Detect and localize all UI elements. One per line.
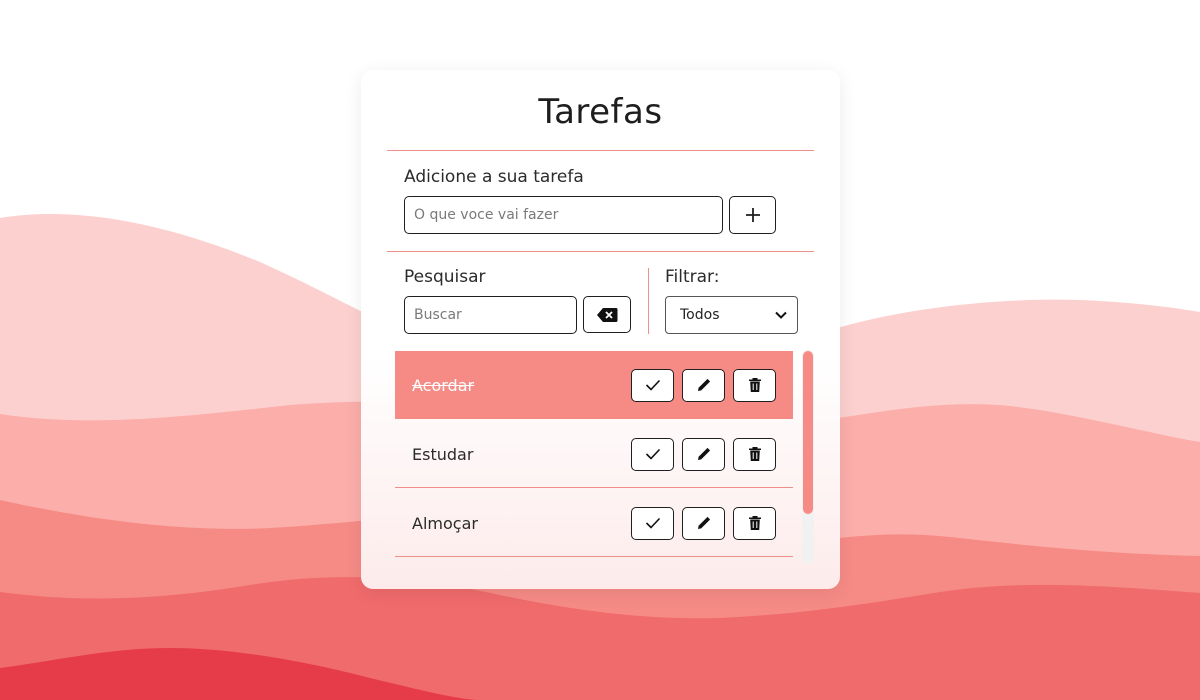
filter-selected-value: Todos bbox=[680, 307, 720, 323]
pencil-icon bbox=[697, 447, 710, 460]
todo-actions bbox=[631, 368, 776, 402]
trash-icon bbox=[748, 447, 761, 461]
todo-item: Acordar bbox=[395, 351, 793, 419]
scrollbar-thumb[interactable] bbox=[803, 351, 813, 514]
filter-label: Filtrar: bbox=[665, 267, 720, 287]
remove-todo-button[interactable] bbox=[733, 506, 776, 540]
clear-search-button[interactable] bbox=[583, 296, 631, 333]
chevron-down-icon bbox=[775, 311, 787, 319]
todo-text: Acordar bbox=[412, 375, 475, 395]
todo-actions bbox=[631, 437, 776, 471]
page-title: Tarefas bbox=[538, 92, 663, 132]
search-label: Pesquisar bbox=[404, 267, 486, 287]
edit-todo-button[interactable] bbox=[682, 437, 725, 471]
remove-todo-button[interactable] bbox=[733, 437, 776, 471]
vertical-divider bbox=[648, 268, 649, 334]
divider bbox=[387, 150, 814, 151]
todo-list: Acordar Estudar Almoçar bbox=[395, 351, 793, 565]
todo-text: Almoçar bbox=[412, 513, 478, 533]
add-task-button[interactable] bbox=[729, 196, 776, 234]
pencil-icon bbox=[697, 378, 710, 391]
backspace-icon bbox=[597, 307, 618, 322]
todo-text: Estudar bbox=[412, 444, 474, 464]
check-icon bbox=[645, 517, 660, 529]
trash-icon bbox=[748, 516, 761, 530]
todo-item: Estudar bbox=[395, 420, 793, 488]
plus-icon bbox=[745, 208, 760, 222]
finish-todo-button[interactable] bbox=[631, 368, 674, 402]
task-input[interactable] bbox=[404, 196, 723, 234]
row-divider bbox=[395, 487, 793, 488]
edit-todo-button[interactable] bbox=[682, 506, 725, 540]
edit-todo-button[interactable] bbox=[682, 368, 725, 402]
finish-todo-button[interactable] bbox=[631, 506, 674, 540]
row-divider bbox=[395, 556, 793, 557]
filter-select[interactable]: Todos bbox=[665, 296, 798, 334]
finish-todo-button[interactable] bbox=[631, 437, 674, 471]
trash-icon bbox=[748, 378, 761, 392]
add-task-label: Adicione a sua tarefa bbox=[404, 167, 584, 187]
search-input[interactable] bbox=[404, 296, 577, 334]
todo-item: Almoçar bbox=[395, 489, 793, 557]
check-icon bbox=[645, 448, 660, 460]
divider bbox=[387, 251, 814, 252]
todo-card: Tarefas Adicione a sua tarefa Pesquisar … bbox=[361, 70, 840, 589]
check-icon bbox=[645, 379, 660, 391]
todo-actions bbox=[631, 506, 776, 540]
remove-todo-button[interactable] bbox=[733, 368, 776, 402]
pencil-icon bbox=[697, 516, 710, 529]
